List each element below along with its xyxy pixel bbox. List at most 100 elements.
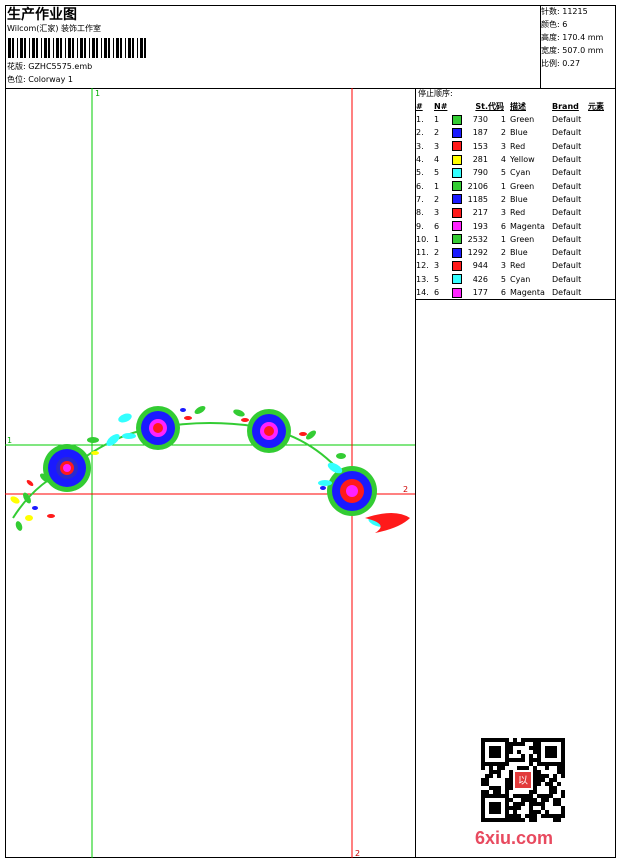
row-swatch <box>452 166 464 179</box>
row-needle: 1 <box>434 181 440 191</box>
watermark: 6xiu.com <box>475 828 554 848</box>
stop-sequence-title: 停止顺序: <box>418 89 453 98</box>
row-index: 11. <box>416 248 429 258</box>
table-row: 3. 3 153 3 Red Default <box>416 140 612 153</box>
qr-code: 以 <box>481 738 565 822</box>
row-index: 14. <box>416 288 429 297</box>
table-row: 10. 1 2532 1 Green Default <box>416 233 612 246</box>
row-code: 2 <box>500 248 506 258</box>
stat-colors: 颜色: 6 <box>541 20 568 29</box>
row-brand: Default <box>552 168 582 178</box>
color-swatch <box>452 247 462 258</box>
stat-stitches: 针数: 11215 <box>541 7 588 16</box>
row-index: 13. <box>416 274 429 284</box>
embroidery-motif <box>10 406 410 533</box>
color-swatch <box>452 274 462 285</box>
row-brand: Default <box>552 261 582 271</box>
row-element <box>588 233 612 246</box>
row-brand: Default <box>552 194 582 204</box>
row-index: 10. <box>416 234 429 244</box>
col-description: 描述 <box>510 102 526 111</box>
stat-width: 宽度: 507.0 mm <box>541 46 604 55</box>
color-swatch <box>452 181 462 192</box>
marker-red-right: 2 <box>403 485 408 494</box>
row-code: 2 <box>500 128 506 138</box>
row-element <box>588 166 612 179</box>
row-code: 6 <box>500 288 506 297</box>
color-swatch <box>452 154 462 165</box>
row-element <box>588 113 612 126</box>
table-row: 2. 2 187 2 Blue Default <box>416 126 612 139</box>
row-needle: 3 <box>434 208 440 218</box>
color-swatch <box>452 127 462 138</box>
row-needle: 1 <box>434 234 440 244</box>
row-swatch <box>452 233 464 246</box>
row-code: 3 <box>500 261 506 271</box>
row-description: Red <box>510 141 526 151</box>
design-preview[interactable]: 1 1 2 2 <box>5 88 415 858</box>
row-element <box>588 286 612 299</box>
col-index: # <box>416 102 423 111</box>
row-code: 3 <box>500 141 506 151</box>
row-swatch <box>452 126 464 139</box>
color-swatch <box>452 207 462 218</box>
row-description: Blue <box>510 194 528 204</box>
row-index: 6. <box>416 181 424 191</box>
row-needle: 4 <box>434 155 440 165</box>
row-index: 3. <box>416 141 424 151</box>
table-row: 6. 1 2106 1 Green Default <box>416 179 612 192</box>
row-swatch <box>452 259 464 272</box>
col-needle: N# <box>434 102 448 111</box>
row-needle: 6 <box>434 221 440 231</box>
row-swatch <box>452 179 464 192</box>
row-swatch <box>452 113 464 126</box>
row-swatch <box>452 153 464 166</box>
row-description: Green <box>510 115 535 125</box>
row-stitches: 1292 <box>467 248 488 258</box>
col-brand: Brand <box>552 102 579 111</box>
row-element <box>588 140 612 153</box>
row-stitches: 281 <box>472 155 488 165</box>
row-description: Red <box>510 261 526 271</box>
row-swatch <box>452 206 464 219</box>
stop-sequence-panel: 停止顺序: # N# St. 代码 描述 Brand 元素 1. 1 730 1 Gre… <box>416 88 616 300</box>
row-element <box>588 273 612 286</box>
row-index: 8. <box>416 208 424 218</box>
company-name: Wilcom(汇家) 装饰工作室 <box>7 24 102 33</box>
row-element <box>588 206 612 219</box>
row-needle: 2 <box>434 128 440 138</box>
row-code: 1 <box>500 234 506 244</box>
row-index: 4. <box>416 155 424 165</box>
color-swatch <box>452 287 462 298</box>
row-swatch <box>452 286 464 299</box>
row-element <box>588 246 612 259</box>
table-row: 14. 6 177 6 Magenta Default <box>416 286 612 299</box>
col-code: 代码 <box>488 102 504 111</box>
row-description: Green <box>510 234 535 244</box>
stat-height: 高度: 170.4 mm <box>541 33 604 42</box>
row-description: Blue <box>510 128 528 138</box>
row-needle: 5 <box>434 274 440 284</box>
row-element <box>588 259 612 272</box>
row-description: Red <box>510 208 526 218</box>
row-stitches: 177 <box>472 288 488 297</box>
color-swatch <box>452 167 462 178</box>
row-stitches: 2532 <box>467 234 488 244</box>
row-needle: 3 <box>434 261 440 271</box>
row-index: 2. <box>416 128 424 138</box>
row-code: 6 <box>500 221 506 231</box>
row-brand: Default <box>552 248 582 258</box>
row-code: 2 <box>500 194 506 204</box>
row-description: Yellow <box>510 155 535 165</box>
stats-panel: 针数: 11215 颜色: 6 高度: 170.4 mm 宽度: 507.0 m… <box>541 5 616 70</box>
row-element <box>588 126 612 139</box>
stop-sequence-table: # N# St. 代码 描述 Brand 元素 1. 1 730 1 Green Defa… <box>416 100 612 299</box>
row-element <box>588 179 612 192</box>
row-needle: 1 <box>434 115 440 125</box>
row-brand: Default <box>552 274 582 284</box>
row-code: 5 <box>500 274 506 284</box>
row-index: 7. <box>416 194 424 204</box>
row-swatch <box>452 193 464 206</box>
table-row: 7. 2 1185 2 Blue Default <box>416 193 612 206</box>
col-stitches: St. <box>475 102 488 111</box>
